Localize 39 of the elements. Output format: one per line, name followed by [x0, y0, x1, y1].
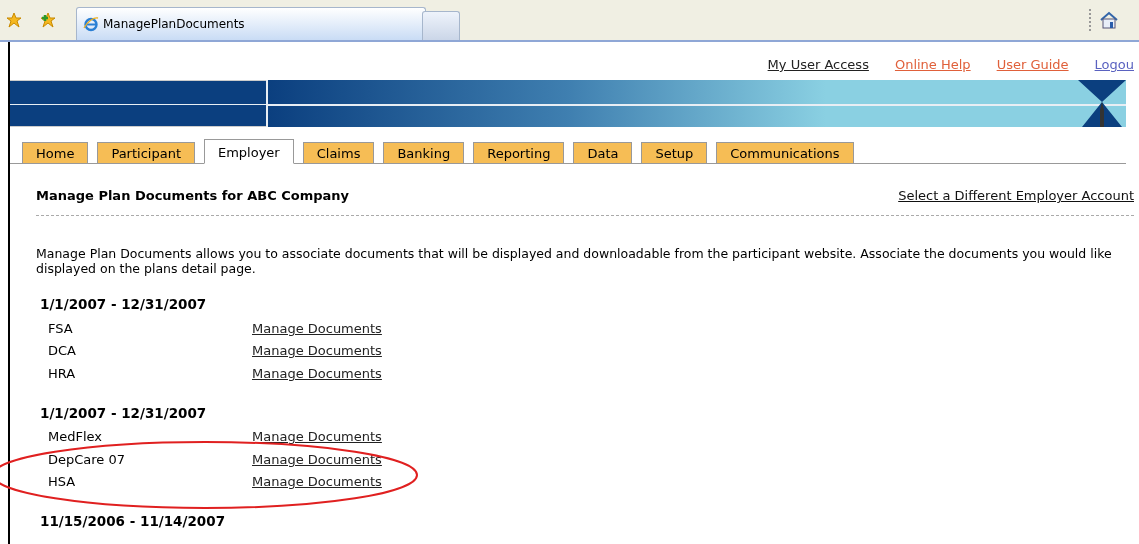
tab-title: ManagePlanDocuments [103, 17, 245, 31]
header-link[interactable]: My User Access [767, 57, 869, 77]
plan-name: HSA [48, 474, 77, 490]
nav-tab[interactable]: Communications [716, 142, 854, 163]
plan-name: HRA [48, 365, 77, 381]
nav-tab[interactable]: Setup [641, 142, 708, 163]
period-heading: 1/1/2007 - 12/31/2007 [39, 296, 208, 312]
period-heading: 1/1/2007 - 12/31/2007 [39, 404, 208, 421]
plan-name: DCA [48, 343, 77, 359]
nav-tab[interactable]: Data [573, 142, 633, 163]
manage-documents-link[interactable]: Manage Documents [252, 320, 382, 336]
nav-tab[interactable]: Banking [383, 142, 465, 163]
header-link[interactable]: Logou [1094, 57, 1134, 77]
manage-documents-link[interactable]: Manage Documents [252, 343, 382, 359]
header-link[interactable]: User Guide [996, 57, 1069, 77]
nav-tab[interactable]: Reporting [473, 142, 565, 163]
description-text: Manage Plan Documents allows you to associate documents that will be displayed and downloadable from the participant website. Associate the documents you would like displayed on the plans detail page. [36, 246, 1113, 276]
add-favorite-icon[interactable] [40, 12, 58, 28]
logo-icon [1078, 80, 1126, 127]
nav-tab[interactable]: Home [22, 142, 89, 163]
nav-tab[interactable]: Participant [97, 142, 195, 163]
new-tab-button[interactable] [422, 11, 460, 40]
header-link[interactable]: Online Help [894, 57, 971, 77]
page-heading: Manage Plan Documents for ABC Company [36, 188, 350, 203]
manage-documents-link[interactable]: Manage Documents [252, 474, 382, 490]
manage-documents-link[interactable]: Manage Documents [252, 451, 382, 467]
nav-tab[interactable]: Claims [302, 142, 375, 163]
manage-documents-link[interactable]: Manage Documents [252, 365, 382, 381]
plan-name: FSA [48, 320, 74, 336]
browser-logo-icon [83, 16, 99, 32]
star-icon[interactable] [6, 12, 22, 28]
plan-name: MedFlex [48, 429, 104, 445]
nav-tab[interactable]: Employer [204, 139, 294, 164]
home-icon[interactable] [1099, 11, 1119, 29]
browser-tab[interactable]: ManagePlanDocuments [76, 7, 426, 40]
manage-documents-link[interactable]: Manage Documents [252, 429, 382, 445]
employer-account-link[interactable]: Select a Different Employer Account [898, 188, 1134, 203]
plan-name: DepCare 07 [48, 451, 127, 467]
period-heading: 11/15/2006 - 11/14/2007 [39, 513, 227, 529]
